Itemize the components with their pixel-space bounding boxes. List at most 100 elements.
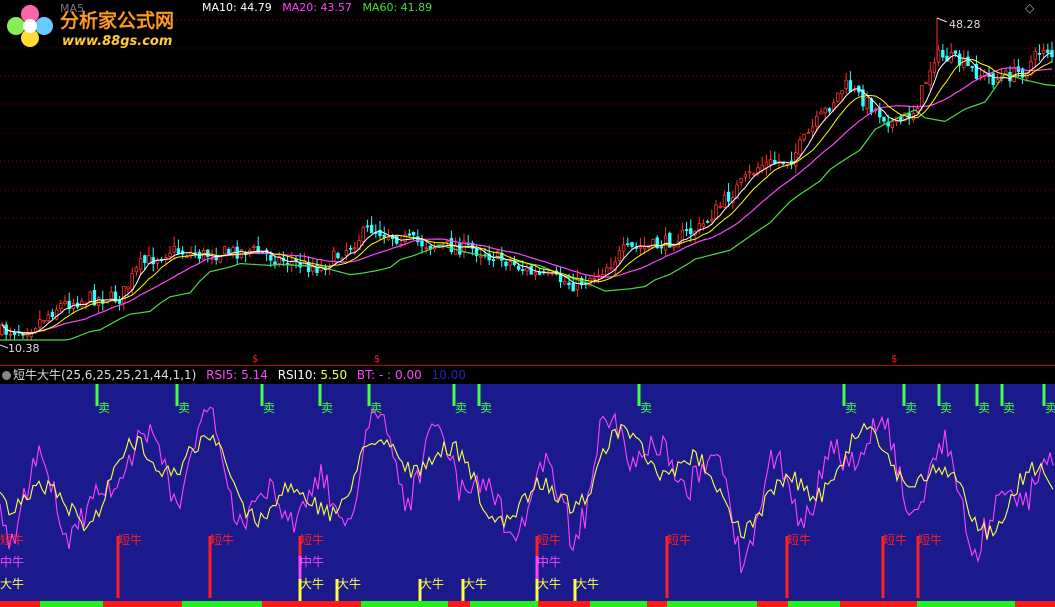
extra-value: 10.00 (431, 368, 466, 382)
candle-body (710, 219, 714, 222)
candle-body (479, 255, 483, 258)
buy-mark-icon: $ (252, 354, 258, 365)
candle-body (533, 272, 538, 276)
candle-body (626, 243, 630, 246)
candle-body (659, 246, 664, 249)
corner-diamond-icon[interactable]: ◇ (1025, 1, 1034, 15)
short-bull-label: 短牛 (300, 533, 325, 547)
indicator-name[interactable]: 短牛大牛 (13, 368, 61, 382)
candle-body (8, 333, 13, 336)
candle-body (424, 247, 428, 250)
candle-body (332, 250, 336, 265)
candle-body (63, 301, 67, 305)
indicator-toggle-icon[interactable] (2, 371, 11, 380)
candle-body (848, 80, 853, 93)
short-bull-label: 短牛 (787, 533, 812, 547)
candle-body (33, 328, 38, 333)
short-bull-label: 短牛 (118, 533, 143, 547)
candle-body (840, 90, 844, 95)
candle-body (96, 296, 101, 306)
buy-marks: $ $ $ (252, 354, 897, 365)
candle-body (563, 281, 567, 285)
ma10-legend: MA10: 44.79 (202, 1, 272, 14)
candle-body (50, 311, 55, 317)
candlesticks (0, 17, 1054, 349)
candle-body (12, 332, 17, 335)
candle-body (348, 247, 353, 250)
indicator-panel[interactable]: 卖卖卖卖卖卖卖卖卖卖卖卖卖卖短牛 短牛 短牛 短牛 短牛 短牛 短牛 短牛 短牛 中牛 中牛 中牛 大牛… (0, 384, 1055, 607)
indicator-header: 短牛大牛(25,6,25,25,21,44,1,1) RSI5: 5.14 RS… (0, 366, 1055, 384)
candle-body (768, 159, 773, 166)
candle-body (630, 242, 634, 247)
candle-body (1041, 49, 1046, 54)
sell-signal-label: 卖 (321, 401, 334, 415)
candle-body (936, 49, 941, 63)
high-pointer (936, 17, 948, 23)
sell-signal-label: 卖 (940, 401, 953, 415)
candle-body (991, 73, 995, 85)
sell-signal-label: 卖 (455, 401, 468, 415)
candle-body (126, 286, 130, 290)
sell-signal-label: 卖 (978, 401, 991, 415)
candle-body (798, 139, 802, 155)
ma60-legend: MA60: 41.89 (362, 1, 433, 14)
candle-body (705, 220, 710, 223)
signal-labels: 卖卖卖卖卖卖卖卖卖卖卖卖卖卖短牛 短牛 短牛 短牛 短牛 短牛 短牛 短牛 短牛 中牛 中牛 中牛 大牛… (0, 384, 1055, 607)
candle-body (365, 225, 370, 228)
ma10-line (1, 58, 1053, 334)
candle-body (395, 235, 399, 244)
candle-body (815, 115, 819, 127)
candle-body (143, 255, 147, 263)
sell-signal-label: 卖 (905, 401, 918, 415)
ma60-line (0, 73, 1055, 341)
candle-body (336, 253, 340, 259)
rsi5-value: 5.14 (241, 368, 268, 382)
candle-body (176, 248, 181, 254)
big-bull-label: 大牛 (420, 577, 445, 591)
bt-value: - : 0.00 (379, 368, 422, 382)
candle-body (227, 248, 231, 254)
low-pointer (0, 344, 9, 349)
candle-body (672, 245, 676, 248)
candle-body (617, 250, 622, 261)
sell-signal-label: 卖 (98, 401, 111, 415)
candle-body (59, 303, 63, 310)
rsi5-label: RSI5: (206, 368, 238, 382)
big-bull-label: 大牛 (337, 577, 362, 591)
mid-bull-label: 中牛 (0, 555, 25, 569)
price-chart-panel[interactable]: $ $ $ MA5 分析家公式网 www.88gs.com MA10: 44.79 … (0, 0, 1055, 366)
candle-body (1037, 52, 1042, 55)
candle-body (806, 132, 811, 134)
short-bull-label: 短牛 (0, 533, 25, 547)
candle-body (882, 116, 886, 122)
ma5-line (1, 52, 1053, 335)
candle-body (878, 109, 882, 118)
candle-body (592, 277, 596, 280)
candle-body (966, 56, 970, 66)
candle-body (151, 257, 155, 265)
candle-body (172, 246, 176, 253)
candle-body (844, 79, 848, 89)
candle-body (521, 269, 525, 272)
candle-body (701, 223, 706, 227)
candle-body (407, 233, 412, 236)
short-bull-label: 短牛 (918, 533, 943, 547)
candle-body (836, 92, 840, 102)
sell-signal-label: 卖 (263, 401, 276, 415)
candle-body (752, 173, 756, 176)
candle-body (1033, 51, 1037, 60)
candle-body (382, 234, 386, 238)
candle-body (810, 126, 815, 133)
candle-body (722, 194, 727, 208)
candle-body (441, 243, 445, 246)
candle-body (978, 75, 983, 78)
big-bull-label: 大牛 (537, 577, 562, 591)
candle-body (823, 107, 827, 114)
candle-body (185, 256, 189, 258)
price-chart-svg[interactable]: $ $ $ (0, 0, 1055, 366)
candle-body (827, 108, 832, 112)
candle-body (147, 254, 151, 265)
big-bull-label: 大牛 (0, 577, 25, 591)
candle-body (1029, 61, 1033, 75)
candle-body (25, 333, 29, 337)
